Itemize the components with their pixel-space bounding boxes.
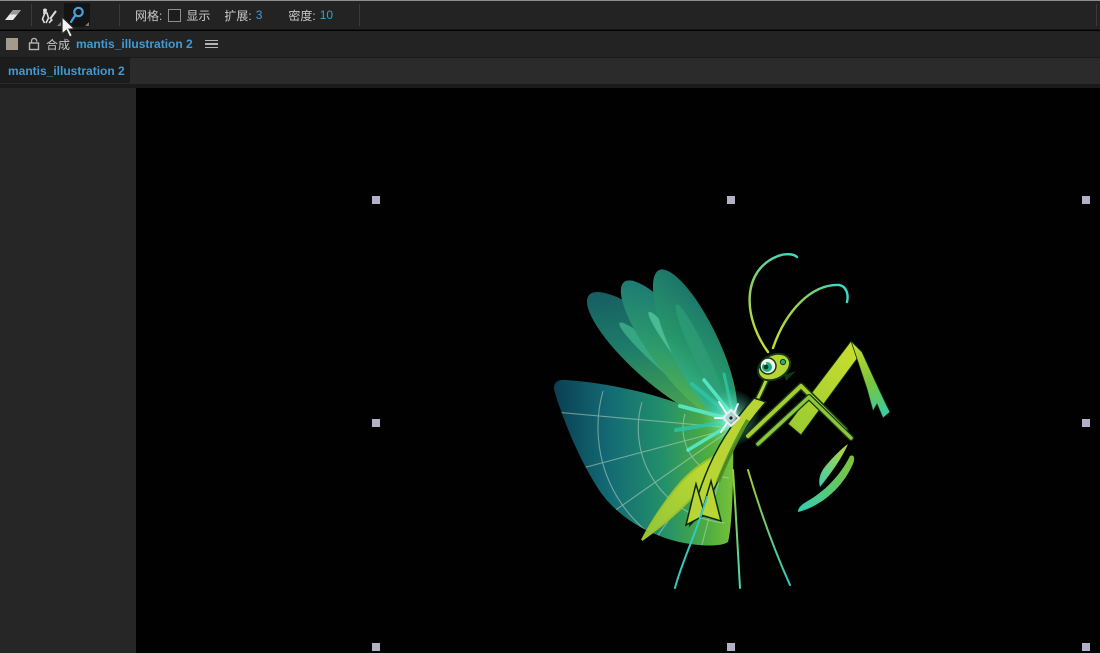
density-option-group: 密度: 10 [288, 7, 333, 24]
comp-color-swatch [6, 38, 18, 50]
left-panel [0, 88, 136, 653]
mesh-label: 网格: [135, 8, 163, 23]
comp-type-label: 合成 [46, 37, 71, 52]
tool-options-bar: 网格: 显示 扩展: 3 密度: 10 [0, 0, 1100, 30]
mesh-option-group: 网格: 显示 [135, 7, 210, 24]
mesh-show-label[interactable]: 显示 [186, 7, 210, 24]
eraser-tool-button[interactable] [1, 3, 27, 27]
selection-handle[interactable] [1082, 196, 1090, 204]
unlocked-padlock-icon[interactable] [28, 37, 40, 51]
subtool-indicator [85, 22, 89, 26]
panel-menu-icon[interactable] [204, 39, 218, 49]
viewer-tab-label: mantis_illustration 2 [8, 63, 125, 78]
mesh-show-checkbox[interactable] [168, 8, 182, 22]
selection-handle[interactable] [1082, 419, 1090, 427]
expansion-option-group: 扩展: 3 [224, 7, 262, 24]
density-value[interactable]: 10 [320, 8, 333, 22]
expansion-label: 扩展: [224, 8, 252, 23]
composition-info-bar: 合成 mantis_illustration 2 [0, 31, 1100, 58]
selection-handle[interactable] [727, 196, 735, 204]
selection-handle[interactable] [727, 643, 735, 651]
composition-viewer[interactable] [136, 88, 1100, 653]
selection-handle[interactable] [372, 643, 380, 651]
expansion-value[interactable]: 3 [256, 8, 263, 22]
density-label: 密度: [288, 8, 316, 23]
toolbar-separator [359, 4, 361, 26]
toolbar-separator [1096, 4, 1097, 26]
eraser-icon [5, 10, 21, 20]
selection-handle[interactable] [372, 419, 380, 427]
selection-handle[interactable] [372, 196, 380, 204]
viewer-tab[interactable]: mantis_illustration 2 [0, 58, 130, 83]
content-area [0, 84, 1100, 653]
puppet-pin[interactable] [720, 407, 742, 429]
toolbar-separator [31, 4, 32, 26]
roto-brush-icon [41, 8, 57, 23]
after-effects-window: { "toolbar": { "tools": [ { "name": "era… [0, 0, 1100, 653]
comp-name[interactable]: mantis_illustration 2 [76, 37, 193, 51]
viewer-tab-row: mantis_illustration 2 [0, 58, 1100, 84]
selection-handle[interactable] [1082, 643, 1090, 651]
toolbar-separator [119, 4, 120, 26]
roto-brush-tool-button[interactable] [36, 3, 62, 27]
mouse-cursor [61, 16, 76, 38]
